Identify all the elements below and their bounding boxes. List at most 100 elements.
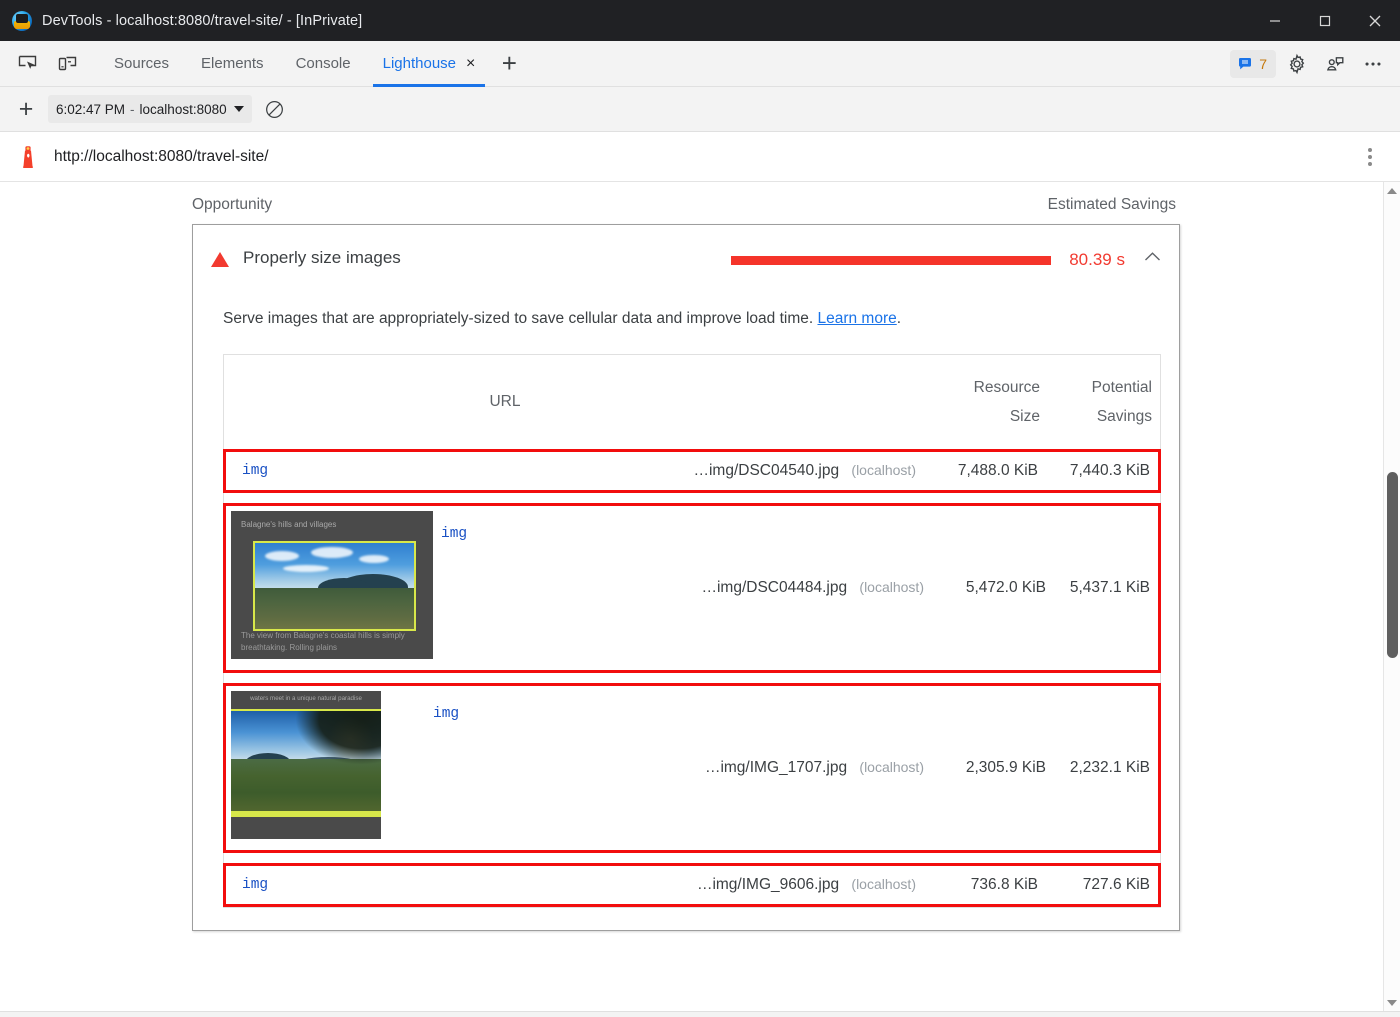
photo-hills [255,588,414,629]
tab-sources[interactable]: Sources [98,41,185,87]
close-icon[interactable]: × [466,56,475,72]
lighthouse-run-bar: + 6:02:47 PM - localhost:8080 [0,87,1400,132]
row-potential-savings: 7,440.3 KiB [1038,462,1150,480]
minimize-button[interactable] [1250,0,1300,41]
learn-more-link[interactable]: Learn more [817,310,896,327]
user-feedback-icon[interactable] [1318,47,1352,81]
gear-icon[interactable] [1280,47,1314,81]
table-row[interactable]: waters meet in a unique natural paradise [223,683,1161,853]
audit-description: Serve images that are appropriately-size… [211,303,1161,354]
table-header-resource-size: Resource Size [928,373,1040,432]
thumbnail-image [253,541,416,631]
audit-card-properly-size-images: Properly size images 80.39 s [192,224,1180,931]
row-thumbnail: waters meet in a unique natural paradise [226,686,433,850]
row-node-tag: img [234,877,404,893]
table-header-url: URL [232,393,928,411]
report-run-time: 6:02:47 PM [56,102,125,117]
row-url[interactable]: …img/DSC04540.jpg (localhost) [404,462,926,480]
row-url[interactable]: …img/IMG_1707.jpg (localhost) [433,759,934,777]
row-content: img …img/IMG_1707.jpg (localhost) 2,305.… [433,686,1158,850]
thumbnail-caption-bottom: The view from Balagne's coastal hills is… [231,630,433,659]
title-bar: DevTools - localhost:8080/travel-site/ -… [0,0,1400,41]
window-controls [1250,0,1400,41]
kebab-menu-icon[interactable] [1360,142,1380,172]
vertical-scrollbar[interactable] [1383,182,1400,1011]
edge-devtools-logo-icon [12,11,32,31]
issues-count: 7 [1259,56,1267,72]
estimated-savings-header: Estimated Savings [1048,196,1188,214]
panel-tabs: Sources Elements Console Lighthouse × + [98,41,527,87]
row-url-host: (localhost) [851,462,916,478]
potential-savings-line2: Savings [1040,402,1152,431]
audit-results-table: URL Resource Size Potential Savings [223,354,1161,908]
row-url[interactable]: …img/DSC04484.jpg (localhost) [433,579,934,597]
report-url-bar: http://localhost:8080/travel-site/ [0,132,1400,182]
table-row[interactable]: img …img/IMG_9606.jpg (localhost) 736.8 … [223,863,1161,907]
row-thumbnail: Balagne's hills and villages [226,506,433,670]
tab-console[interactable]: Console [280,41,367,87]
status-bar [0,1011,1400,1017]
audit-header[interactable]: Properly size images 80.39 s [193,225,1179,303]
table-row[interactable]: img …img/DSC04540.jpg (localhost) 7,488.… [223,449,1161,493]
scroll-up-arrow[interactable] [1384,182,1400,199]
row-url[interactable]: …img/IMG_9606.jpg (localhost) [404,876,926,894]
scrollbar-thumb[interactable] [1387,472,1398,658]
potential-savings-line1: Potential [1040,373,1152,402]
resource-size-line2: Size [928,402,1040,431]
report-content: Opportunity Estimated Savings Properly s… [0,182,1383,1011]
chevron-down-icon [234,106,244,112]
audit-description-period: . [897,310,901,327]
devtools-window: DevTools - localhost:8080/travel-site/ -… [0,0,1400,1017]
table-row[interactable]: Balagne's hills and villages [223,503,1161,673]
savings-unit: s [1117,250,1126,269]
inspect-element-icon[interactable] [10,48,44,80]
warning-triangle-icon [211,252,229,267]
chevron-up-icon[interactable] [1139,247,1165,266]
thumbnail-caption-top: Balagne's hills and villages [231,511,433,530]
row-values: …img/IMG_1707.jpg (localhost) 2,305.9 Ki… [433,759,1158,777]
row-url-path: …img/IMG_1707.jpg [705,759,847,776]
row-potential-savings: 5,437.1 KiB [1046,579,1158,597]
thumbnail-preview: waters meet in a unique natural paradise [231,691,381,839]
row-url-path: …img/DSC04484.jpg [701,579,847,596]
more-options-icon[interactable] [1356,47,1390,81]
title-bar-left: DevTools - localhost:8080/travel-site/ -… [0,11,362,31]
scroll-down-arrow[interactable] [1384,994,1400,1011]
new-report-button[interactable]: + [12,95,40,124]
row-node-tag: img [234,463,404,479]
clear-all-icon[interactable] [260,94,290,124]
maximize-button[interactable] [1300,0,1350,41]
savings-number: 80.39 [1069,250,1112,269]
tab-label: Console [296,55,351,72]
photo-bottom-accent [231,811,381,815]
thumbnail-preview: Balagne's hills and villages [231,511,433,659]
row-node-tag: img [441,526,467,542]
row-values: …img/DSC04484.jpg (localhost) 5,472.0 Ki… [433,579,1158,597]
photo-hills [231,759,381,815]
thumbnail-image [231,709,381,817]
audit-description-text: Serve images that are appropriately-size… [223,310,817,327]
resource-size-line1: Resource [928,373,1040,402]
tab-lighthouse[interactable]: Lighthouse × [367,41,492,87]
row-resource-size: 5,472.0 KiB [934,579,1046,597]
devtools-right-actions: 7 [1230,41,1390,87]
row-resource-size: 736.8 KiB [926,876,1038,894]
row-resource-size: 7,488.0 KiB [926,462,1038,480]
audit-body: Serve images that are appropriately-size… [193,303,1179,930]
issues-counter-button[interactable]: 7 [1230,50,1276,78]
devtools-tool-icons [0,48,84,80]
savings-bar-track [731,256,1051,265]
audit-metric: 80.39 s [731,245,1165,273]
lighthouse-icon [16,144,40,170]
report-run-host: localhost:8080 [140,102,227,117]
report-url: http://localhost:8080/travel-site/ [54,148,269,166]
report-column-headers: Opportunity Estimated Savings [180,182,1190,224]
savings-value: 80.39 s [1065,247,1125,273]
row-url-host: (localhost) [859,759,924,775]
report-selector-dropdown[interactable]: 6:02:47 PM - localhost:8080 [48,95,252,123]
add-panel-button[interactable]: + [491,41,527,87]
row-node-tag: img [433,706,459,722]
device-toolbar-icon[interactable] [50,48,84,80]
close-button[interactable] [1350,0,1400,41]
tab-elements[interactable]: Elements [185,41,280,87]
